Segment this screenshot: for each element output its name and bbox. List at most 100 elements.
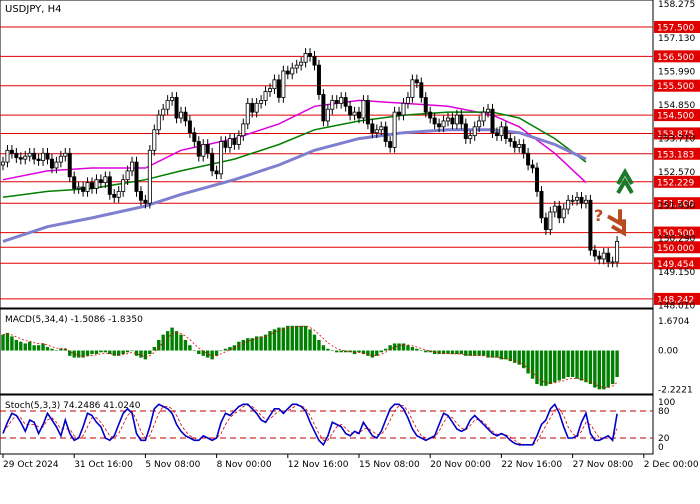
candle-body (41, 152, 46, 162)
candle-body (210, 152, 215, 172)
candle-body (601, 252, 606, 260)
candle-body (143, 199, 148, 204)
price-tick-label: 157.130 (658, 34, 695, 44)
level-label: 150.000 (657, 244, 694, 254)
candle-body (54, 161, 59, 169)
macd-tick-label: 0.00 (658, 347, 678, 357)
macd-bar (602, 350, 606, 390)
candle-body (316, 64, 321, 95)
candle-body (321, 94, 326, 122)
candle-body (552, 205, 557, 213)
macd-bar (50, 348, 54, 351)
candle-body (98, 179, 103, 184)
candle-body (579, 196, 584, 204)
time-tick-label: 5 Nov 08:00 (145, 460, 200, 470)
candle-body (539, 191, 544, 219)
candle-body (32, 152, 37, 160)
candle-body (526, 152, 531, 166)
macd-bar (192, 350, 197, 352)
candle-body (72, 176, 77, 189)
candle-body (419, 82, 424, 98)
candle-body (267, 88, 272, 92)
candle-body (463, 123, 468, 139)
candle-body (517, 144, 522, 148)
candle-body (450, 117, 455, 125)
time-tick-label: 31 Oct 16:00 (74, 460, 133, 470)
macd-bar (566, 350, 570, 377)
candle-body (490, 108, 495, 134)
candle-body (521, 144, 526, 154)
candle-body (325, 108, 330, 122)
macd-bar (32, 345, 36, 351)
macd-bar (312, 334, 317, 351)
macd-bar (557, 350, 561, 381)
price-tick-label: 150.290 (658, 235, 695, 245)
macd-bar (237, 341, 241, 351)
candle-body (454, 114, 459, 125)
candle-body (192, 132, 197, 142)
candle-body (67, 152, 72, 178)
candle-body (615, 240, 620, 263)
candle-body (58, 155, 63, 163)
candle-body (116, 191, 121, 198)
candle-body (241, 123, 246, 137)
macd-bar (437, 350, 441, 355)
level-label: 154.500 (657, 112, 694, 122)
candle-body (49, 158, 54, 169)
macd-bar (384, 348, 388, 351)
price-tick-label: 151.430 (658, 201, 695, 211)
price-tick-label: 154.850 (658, 101, 695, 111)
candle-body (36, 158, 41, 162)
macd-bar (148, 350, 152, 355)
macd-bar (410, 347, 415, 351)
macd-bar (335, 350, 339, 353)
candle-body (374, 129, 379, 134)
macd-bar (575, 350, 579, 379)
candle-body (557, 205, 562, 219)
macd-bar (1, 334, 5, 351)
macd-bar (286, 325, 290, 351)
macd-bar (143, 350, 148, 360)
candle-body (45, 152, 50, 160)
candle-body (236, 135, 241, 145)
candle-body (18, 157, 23, 160)
candle-body (187, 120, 192, 134)
macd-bar (553, 350, 557, 383)
candle-body (107, 176, 112, 195)
macd-bar (188, 345, 192, 351)
price-tick-label: 148.010 (658, 302, 695, 312)
candle-body (76, 186, 81, 189)
level-label: 156.500 (657, 53, 694, 63)
chart-title: USDJPY, H4 (5, 4, 61, 15)
candle-body (428, 111, 433, 119)
time-tick-label: 27 Nov 08:00 (573, 460, 634, 470)
candle-body (281, 70, 286, 98)
macd-bar (579, 350, 584, 381)
level-label: 155.500 (657, 82, 694, 92)
candle-body (303, 53, 308, 63)
candle-body (535, 167, 540, 192)
price-tick-label: 155.990 (658, 67, 695, 77)
chart-svg: 157.500156.500155.500154.500153.875153.1… (0, 0, 700, 470)
time-tick-label: 22 Nov 16:00 (501, 460, 562, 470)
macd-bar (366, 350, 370, 356)
candle-body (165, 99, 170, 110)
candle-body (170, 97, 175, 101)
time-tick-label: 2 Dec 00:00 (644, 460, 699, 470)
candle-body (379, 126, 384, 131)
macd-bar (259, 336, 263, 351)
macd-bar (174, 331, 179, 351)
time-tick-label: 8 Nov 00:00 (217, 460, 272, 470)
candle-body (543, 217, 548, 231)
macd-bar (28, 341, 32, 351)
macd-bar (139, 350, 143, 358)
candle-body (294, 64, 299, 69)
candle-body (583, 199, 588, 204)
macd-bar (562, 350, 566, 379)
macd-bar (45, 347, 50, 351)
candle-body (90, 182, 95, 189)
candle-body (23, 155, 28, 160)
macd-bar (246, 338, 250, 351)
macd-bar (606, 350, 610, 388)
macd-tick-label: -2.2221 (658, 386, 693, 396)
